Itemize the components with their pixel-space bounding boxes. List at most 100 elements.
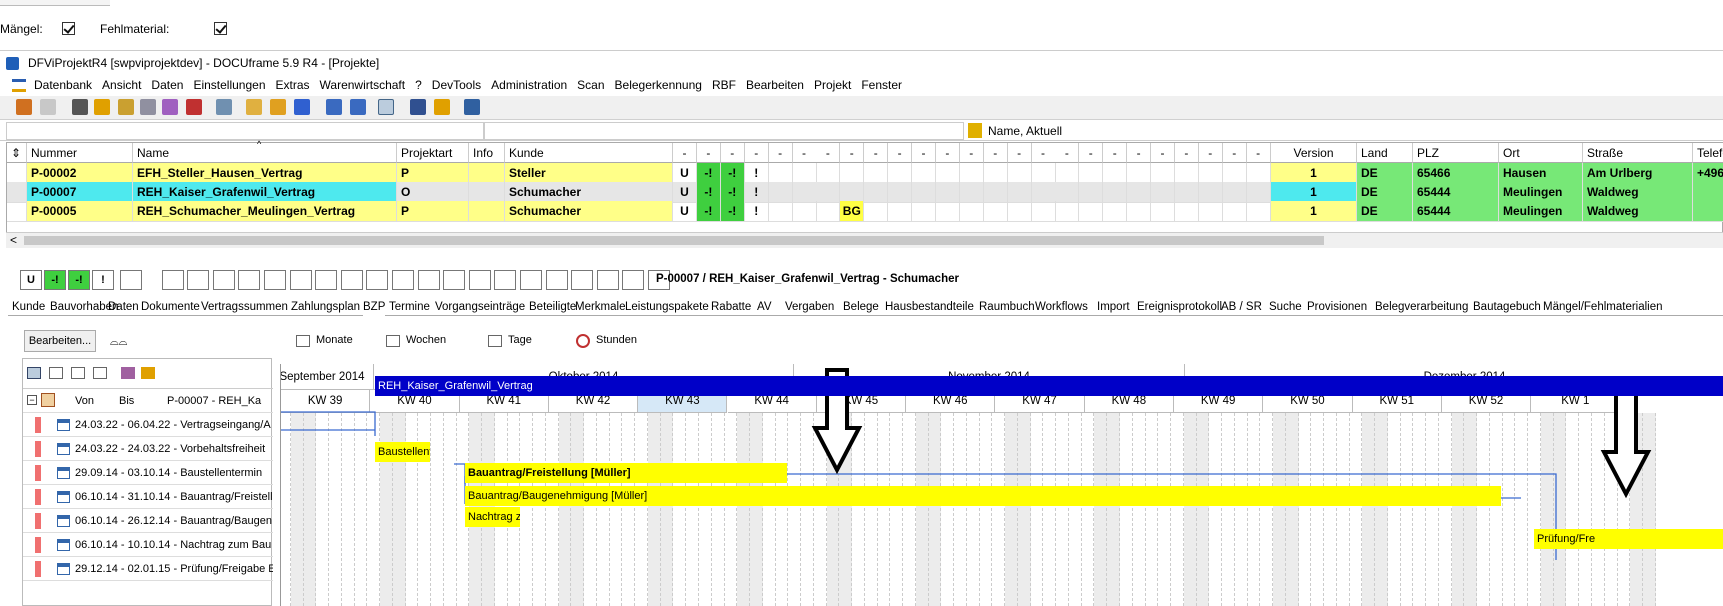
folder-icon[interactable] xyxy=(118,99,134,115)
gantt-bar[interactable]: Prüfung/Fre xyxy=(1534,529,1723,549)
col-header-status-8[interactable]: - xyxy=(864,143,889,163)
menu-item-9[interactable]: Scan xyxy=(572,76,609,94)
col-header-status-16[interactable]: - xyxy=(1055,143,1080,163)
menu-item-4[interactable]: Extras xyxy=(271,76,315,94)
scroll-left-icon[interactable]: < xyxy=(10,233,17,247)
edit-task-icon[interactable] xyxy=(121,367,135,379)
grid-view-icon[interactable] xyxy=(93,367,107,379)
col-header-status-9[interactable]: - xyxy=(888,143,913,163)
tag-icon[interactable] xyxy=(162,99,178,115)
attach-icon[interactable] xyxy=(140,99,156,115)
tab-23[interactable]: Provisionen xyxy=(1307,298,1367,316)
fehlmaterial-checkbox[interactable] xyxy=(214,22,228,36)
row-selector-header[interactable]: ⇕ xyxy=(7,143,27,163)
toolbar-icon-1[interactable] xyxy=(16,99,32,115)
gantt-bar[interactable]: Bauantrag/Freistellung [Müller] xyxy=(465,463,787,483)
col-header-status-17[interactable]: - xyxy=(1079,143,1104,163)
col-header-status-12[interactable]: - xyxy=(959,143,984,163)
tree-row[interactable]: 29.12.14 - 02.01.15 - Prüfung/Freigabe E xyxy=(23,557,273,581)
menu-item-3[interactable]: Einstellungen xyxy=(188,76,270,94)
tab-11[interactable]: Leistungspakete xyxy=(625,298,709,316)
open-folder-icon[interactable] xyxy=(270,99,286,115)
tab-8[interactable]: Vorgangseinträge xyxy=(435,298,525,316)
menu-item-14[interactable]: Fenster xyxy=(856,76,907,94)
col-header-status-15[interactable]: - xyxy=(1031,143,1056,163)
col-header-status-1[interactable]: - xyxy=(696,143,721,163)
tree-row[interactable]: 24.03.22 - 24.03.22 - Vorbehaltsfreiheit xyxy=(23,437,273,461)
edit-button[interactable]: Bearbeiten... xyxy=(24,330,96,352)
tab-2[interactable]: Daten xyxy=(108,298,139,316)
phone-icon[interactable] xyxy=(216,99,232,115)
tree-row[interactable]: 06.10.14 - 31.10.14 - Bauantrag/Freistel… xyxy=(23,485,273,509)
gantt-bar[interactable]: Bauantrag/Baugenehmigung [Müller] xyxy=(465,486,1501,506)
col-header-version[interactable]: Version xyxy=(1271,143,1357,163)
col-header-land[interactable]: Land xyxy=(1357,143,1413,163)
tab-17[interactable]: Raumbuch xyxy=(979,298,1035,316)
tree-row[interactable]: 24.03.22 - 06.04.22 - Vertragseingang/A xyxy=(23,413,273,437)
tab-13[interactable]: AV xyxy=(757,298,772,316)
tab-25[interactable]: Bautagebuch xyxy=(1473,298,1541,316)
menu-item-1[interactable]: Ansicht xyxy=(97,76,146,94)
gantt-bar[interactable]: Nachtrag z xyxy=(465,507,520,527)
calendar-icon[interactable] xyxy=(186,99,202,115)
list-icon[interactable] xyxy=(94,99,110,115)
search-folder-icon[interactable] xyxy=(294,99,310,115)
tab-14[interactable]: Vergaben xyxy=(785,298,834,316)
view-stunden[interactable]: Stunden xyxy=(596,334,637,346)
col-header-kunde[interactable]: Kunde xyxy=(505,143,673,163)
tab-5[interactable]: Zahlungsplan xyxy=(291,298,360,316)
tab-0[interactable]: Kunde xyxy=(12,298,45,316)
list-task-icon[interactable] xyxy=(141,367,155,379)
quick-filter-input[interactable] xyxy=(6,122,484,140)
tab-16[interactable]: Hausbestandteile xyxy=(885,298,974,316)
tab-18[interactable]: Workflows xyxy=(1035,298,1088,316)
menu-item-0[interactable]: Datenbank xyxy=(29,76,97,94)
col-header-status-14[interactable]: - xyxy=(1007,143,1032,163)
menu-item-6[interactable]: ? xyxy=(410,76,427,94)
col-header-status-3[interactable]: - xyxy=(744,143,769,163)
menu-item-2[interactable]: Daten xyxy=(146,76,188,94)
tab-12[interactable]: Rabatte xyxy=(711,298,751,316)
tree-row[interactable]: 06.10.14 - 10.10.14 - Nachtrag zum Bau xyxy=(23,533,273,557)
gantt-bar[interactable]: Baustellent xyxy=(375,442,430,462)
view-tage[interactable]: Tage xyxy=(508,334,532,346)
col-header-strasse[interactable]: Straße xyxy=(1583,143,1693,163)
col-header-info[interactable]: Info xyxy=(469,143,505,163)
maengel-checkbox[interactable] xyxy=(62,22,75,36)
table-view-icon[interactable] xyxy=(71,367,85,379)
tab-9[interactable]: Beteiligte xyxy=(529,298,576,316)
col-header-status-7[interactable]: - xyxy=(840,143,865,163)
col-header-status-10[interactable]: - xyxy=(912,143,936,163)
search-icon[interactable] xyxy=(326,99,342,115)
tree-view-icon[interactable] xyxy=(27,367,41,379)
col-header-status-6[interactable]: - xyxy=(816,143,841,163)
col-header-status-5[interactable]: - xyxy=(792,143,817,163)
card-icon[interactable] xyxy=(72,99,88,115)
gantt-bar[interactable]: REH_Kaiser_Grafenwil_Vertrag xyxy=(375,376,1723,396)
find-icon[interactable] xyxy=(350,99,366,115)
tab-4[interactable]: Vertragssummen xyxy=(201,298,288,316)
expand-icon[interactable]: − xyxy=(27,395,37,405)
tab-21[interactable]: AB / SR xyxy=(1221,298,1262,316)
view-monate[interactable]: Monate xyxy=(316,334,353,346)
new-folder-icon[interactable] xyxy=(246,99,262,115)
scrollbar-thumb[interactable] xyxy=(24,236,1324,245)
tab-24[interactable]: Belegverarbeitung xyxy=(1375,298,1468,316)
menu-item-5[interactable]: Warenwirtschaft xyxy=(315,76,411,94)
col-header-status-4[interactable]: - xyxy=(768,143,793,163)
col-header-status-11[interactable]: - xyxy=(935,143,960,163)
tab-26[interactable]: Mängel/Fehlmaterialien xyxy=(1543,298,1663,316)
menu-item-7[interactable]: DevTools xyxy=(427,76,486,94)
col-header-projektart[interactable]: Projektart xyxy=(397,143,469,163)
view-icon[interactable] xyxy=(378,99,394,115)
tab-15[interactable]: Belege xyxy=(843,298,879,316)
col-header-status-18[interactable]: - xyxy=(1103,143,1128,163)
col-header-status-24[interactable]: - xyxy=(1246,143,1271,163)
col-header-status-0[interactable]: - xyxy=(673,143,697,163)
quick-filter-input-2[interactable] xyxy=(484,122,964,140)
tab-3[interactable]: Dokumente xyxy=(141,298,200,316)
col-header-status-13[interactable]: - xyxy=(983,143,1008,163)
tab-7[interactable]: Termine xyxy=(389,298,430,316)
export-icon[interactable] xyxy=(464,99,480,115)
col-header-name[interactable]: Name xyxy=(133,143,397,163)
